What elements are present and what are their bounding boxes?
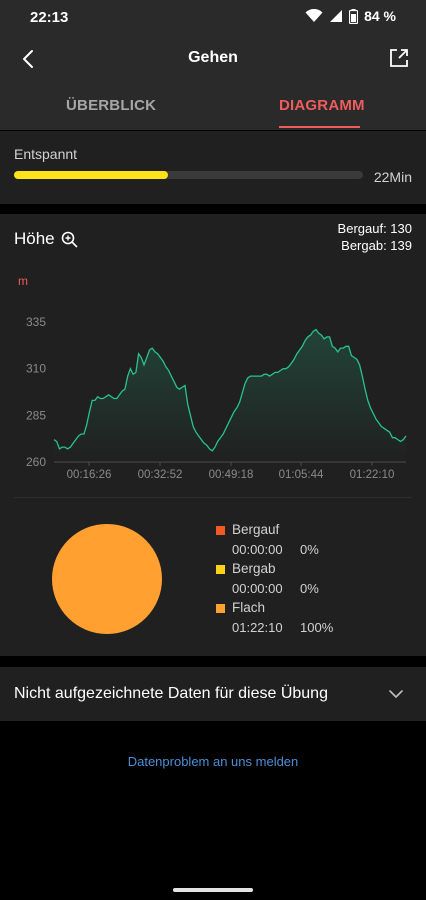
- y-tick-label: 260: [26, 455, 46, 469]
- battery-icon: [349, 8, 359, 24]
- tab-bar: ÜBERBLICK DIAGRAMM: [0, 82, 426, 130]
- x-tick-label: 00:49:18: [209, 469, 254, 481]
- relax-progress-track: [14, 171, 363, 179]
- chart-unit: m: [18, 274, 28, 288]
- ascent-value: Bergauf: 130: [337, 221, 412, 236]
- wifi-icon: [305, 9, 323, 22]
- x-tick-label: 00:32:52: [138, 469, 183, 481]
- elevation-chart: 335 310 285 260 00:16:26 00:32:52 00:49:18 01:0…: [26, 315, 407, 481]
- legend-name: Flach: [232, 600, 266, 615]
- share-icon[interactable]: [386, 45, 412, 71]
- legend-percent: 0%: [300, 581, 319, 596]
- elevation-title-text: Höhe: [14, 229, 55, 248]
- tab-overview[interactable]: ÜBERBLICK: [66, 97, 156, 114]
- app-bar: Gehen: [0, 36, 426, 82]
- y-tick-label: 335: [26, 315, 46, 329]
- home-indicator[interactable]: [173, 888, 253, 892]
- legend-time: 00:00:00: [232, 542, 283, 557]
- status-icons: 84 %: [305, 8, 396, 24]
- page-title: Gehen: [188, 49, 238, 66]
- elevation-title: Höhe: [14, 229, 78, 249]
- descent-value: Bergab: 139: [341, 238, 412, 253]
- elevation-stats: Bergauf: 130 Bergab: 139: [338, 220, 412, 254]
- legend-time: 00:00:00: [232, 581, 283, 596]
- status-bar: 22:13 84 %: [0, 0, 426, 36]
- x-tick-label: 00:16:26: [67, 469, 112, 481]
- chevron-down-icon: [389, 690, 403, 698]
- divider: [14, 497, 412, 498]
- legend-swatch: [216, 526, 225, 535]
- status-time: 22:13: [30, 9, 69, 26]
- y-tick-label: 285: [26, 408, 46, 422]
- elevation-card: Höhe Bergauf: 130 Bergab: 139 m 335 310 28…: [0, 214, 426, 656]
- relax-card: Entspannt 22Min: [0, 131, 426, 204]
- missing-data-row[interactable]: Nicht aufgezeichnete Daten für diese Übu…: [0, 667, 426, 721]
- relax-progress-fill: [14, 171, 168, 179]
- relax-duration: 22Min: [373, 169, 412, 185]
- x-tick-label: 01:22:10: [350, 469, 395, 481]
- legend-name: Bergauf: [232, 522, 280, 537]
- cellular-icon: [330, 10, 343, 22]
- terrain-pie-chart: [52, 524, 162, 634]
- battery-percent: 84 %: [364, 8, 396, 24]
- missing-data-label: Nicht aufgezeichnete Daten für diese Übu…: [14, 685, 328, 702]
- legend-swatch: [216, 565, 225, 574]
- y-tick-label: 310: [26, 362, 46, 376]
- legend-percent: 0%: [300, 542, 319, 557]
- legend-time: 01:22:10: [232, 620, 283, 635]
- zoom-in-icon[interactable]: [61, 231, 78, 248]
- active-tab-indicator: [279, 126, 360, 128]
- report-data-problem-link[interactable]: Datenproblem an uns melden: [0, 754, 426, 769]
- legend-swatch: [216, 604, 225, 613]
- tab-chart[interactable]: DIAGRAMM: [279, 97, 365, 114]
- legend-name: Bergab: [232, 561, 276, 576]
- relax-label: Entspannt: [14, 146, 78, 162]
- legend-percent: 100%: [300, 620, 334, 635]
- x-tick-label: 01:05:44: [279, 469, 324, 481]
